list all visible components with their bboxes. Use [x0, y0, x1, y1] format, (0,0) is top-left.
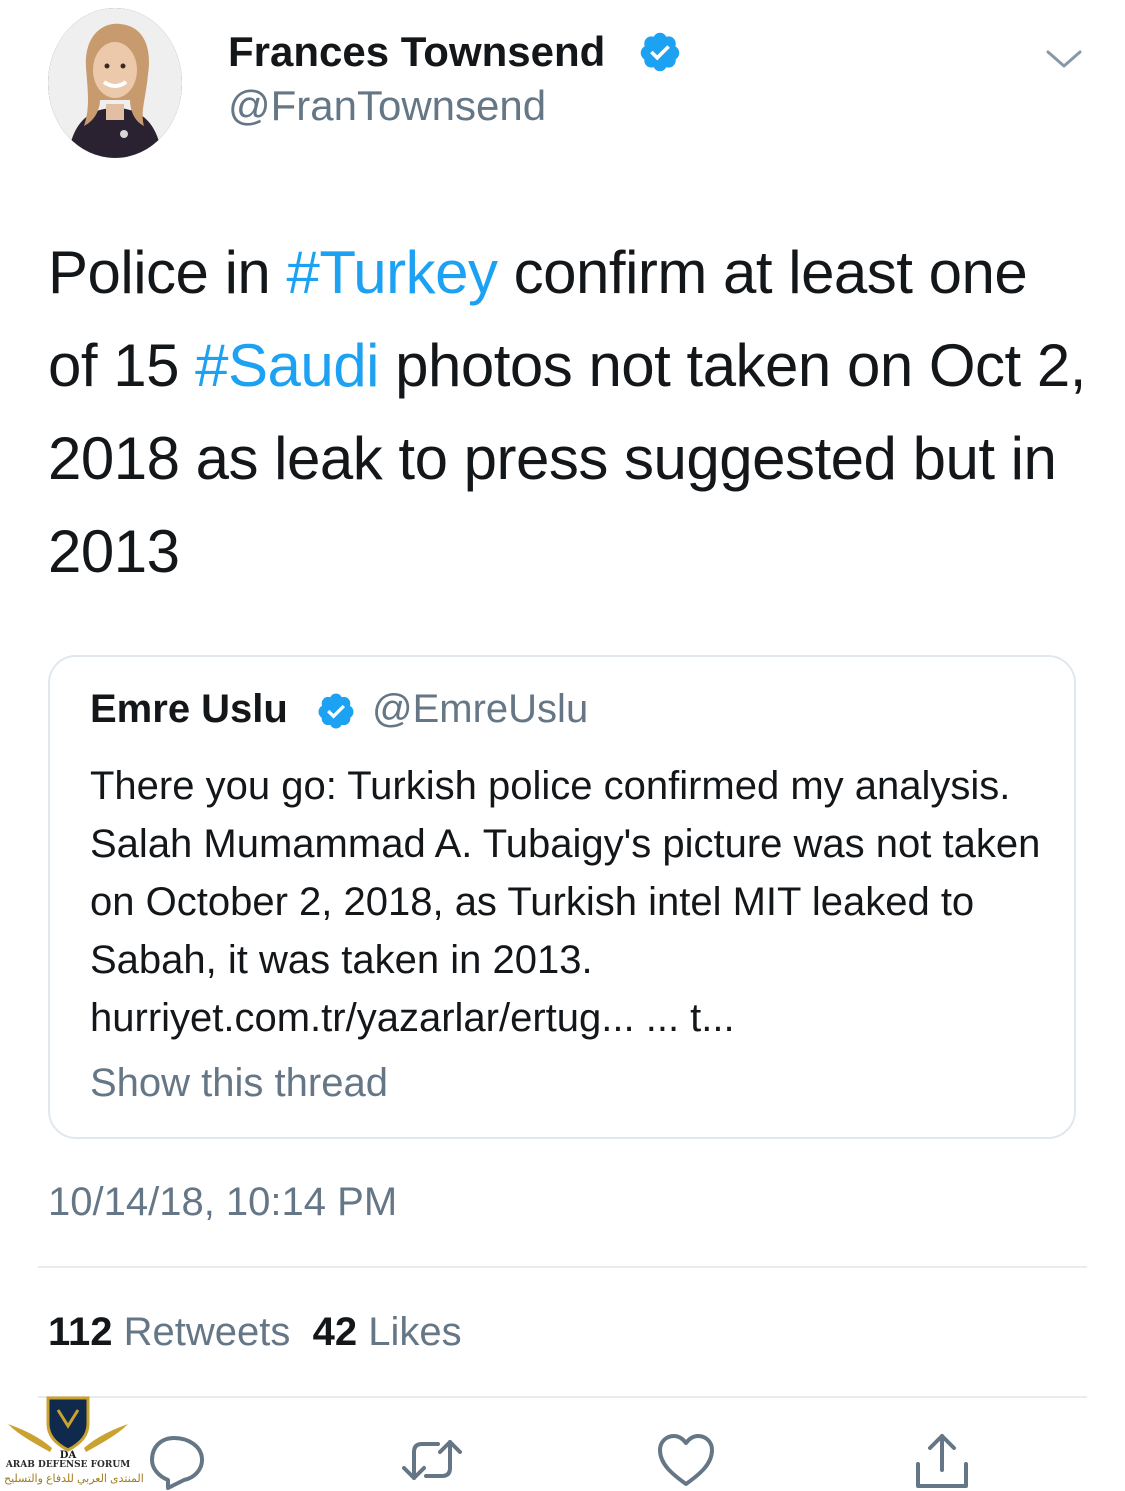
quoted-handle: @EmreUslu: [372, 687, 589, 731]
hashtag-link-saudi[interactable]: #Saudi: [195, 332, 379, 399]
tweet-timestamp[interactable]: 10/14/18, 10:14 PM: [48, 1180, 397, 1225]
tweet-text: Police in #Turkey confirm at least one o…: [48, 226, 1088, 598]
watermark-logo: DA ARAB DEFENSE FORUM المنتدى العربي للد…: [4, 1390, 144, 1490]
likes-label: Likes: [368, 1310, 462, 1354]
tweet-text-segment: Police in: [48, 239, 287, 306]
author-handle[interactable]: @FranTownsend: [228, 82, 546, 130]
divider: [38, 1266, 1087, 1268]
author-display-name[interactable]: Frances Townsend: [228, 28, 605, 76]
likes-count: 42: [312, 1310, 358, 1354]
retweet-icon[interactable]: [402, 1430, 462, 1490]
retweets-label: Retweets: [123, 1310, 291, 1354]
verified-badge-icon: [318, 693, 354, 729]
verified-badge-icon: [640, 32, 680, 72]
likes-stat[interactable]: 42 Likes: [313, 1310, 462, 1354]
retweets-stat[interactable]: 112 Retweets: [48, 1310, 290, 1354]
divider: [38, 1396, 1087, 1398]
hashtag-link-turkey[interactable]: #Turkey: [286, 239, 498, 306]
show-thread-link[interactable]: Show this thread: [90, 1061, 388, 1106]
quoted-tweet-text: There you go: Turkish police confirmed m…: [90, 764, 1041, 1040]
watermark-name: ARAB DEFENSE FORUM: [5, 1460, 131, 1470]
retweets-count: 112: [48, 1310, 113, 1354]
watermark-arabic: المنتدى العربي للدفاع والتسليح: [4, 1473, 144, 1485]
author-avatar[interactable]: [48, 8, 182, 158]
watermark-mark: DA: [60, 1450, 77, 1460]
quoted-display-name: Emre Uslu: [90, 687, 288, 731]
like-icon[interactable]: [656, 1430, 716, 1490]
quoted-tweet-card[interactable]: Emre Uslu @EmreUslu There you go: Turkis…: [48, 655, 1076, 1139]
share-icon[interactable]: [912, 1430, 972, 1490]
reply-icon[interactable]: [148, 1430, 208, 1490]
chevron-down-icon[interactable]: [1044, 44, 1084, 74]
engagement-stats: 112 Retweets 42 Likes: [48, 1310, 462, 1355]
